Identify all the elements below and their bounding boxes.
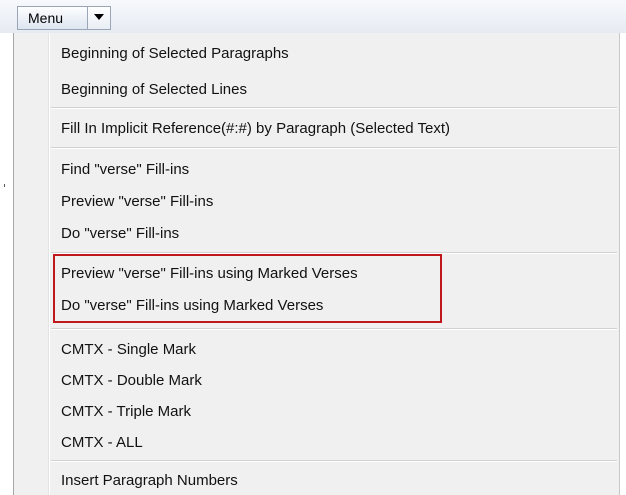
menu-separator: [51, 328, 617, 330]
menu-item-do-verse-fill-ins[interactable]: Do "verse" Fill-ins: [61, 222, 179, 246]
menu-item-find-verse-fill-ins[interactable]: Find "verse" Fill-ins: [61, 158, 189, 182]
menu-item-cmtx-single-mark[interactable]: CMTX - Single Mark: [61, 338, 196, 362]
dropdown-menu: Beginning of Selected Paragraphs Beginni…: [13, 33, 620, 495]
menu-item-cmtx-triple-mark[interactable]: CMTX - Triple Mark: [61, 400, 191, 424]
menu-button[interactable]: Menu: [17, 6, 111, 30]
dropdown-arrow-button[interactable]: [87, 7, 110, 29]
menu-item-cmtx-double-mark[interactable]: CMTX - Double Mark: [61, 369, 202, 393]
menu-separator: [51, 147, 617, 149]
menu-item-beginning-selected-lines[interactable]: Beginning of Selected Lines: [61, 78, 247, 102]
menu-item-insert-paragraph-numbers[interactable]: Insert Paragraph Numbers: [61, 469, 238, 493]
icon-gutter-divider: [49, 33, 50, 495]
menu-item-preview-verse-fill-ins[interactable]: Preview "verse" Fill-ins: [61, 190, 213, 214]
toolbar: Menu: [0, 0, 626, 33]
menu-item-beginning-selected-paragraphs[interactable]: Beginning of Selected Paragraphs: [61, 42, 289, 66]
menu-item-fill-implicit-reference[interactable]: Fill In Implicit Reference(#:#) by Parag…: [61, 117, 450, 141]
stray-mark: [4, 184, 5, 187]
triangle-down-icon: [94, 14, 104, 20]
menu-item-cmtx-all[interactable]: CMTX - ALL: [61, 431, 143, 455]
highlight-box: [53, 254, 442, 323]
menu-separator: [51, 460, 617, 462]
menu-button-label: Menu: [28, 10, 64, 26]
menu-separator: [51, 107, 617, 109]
